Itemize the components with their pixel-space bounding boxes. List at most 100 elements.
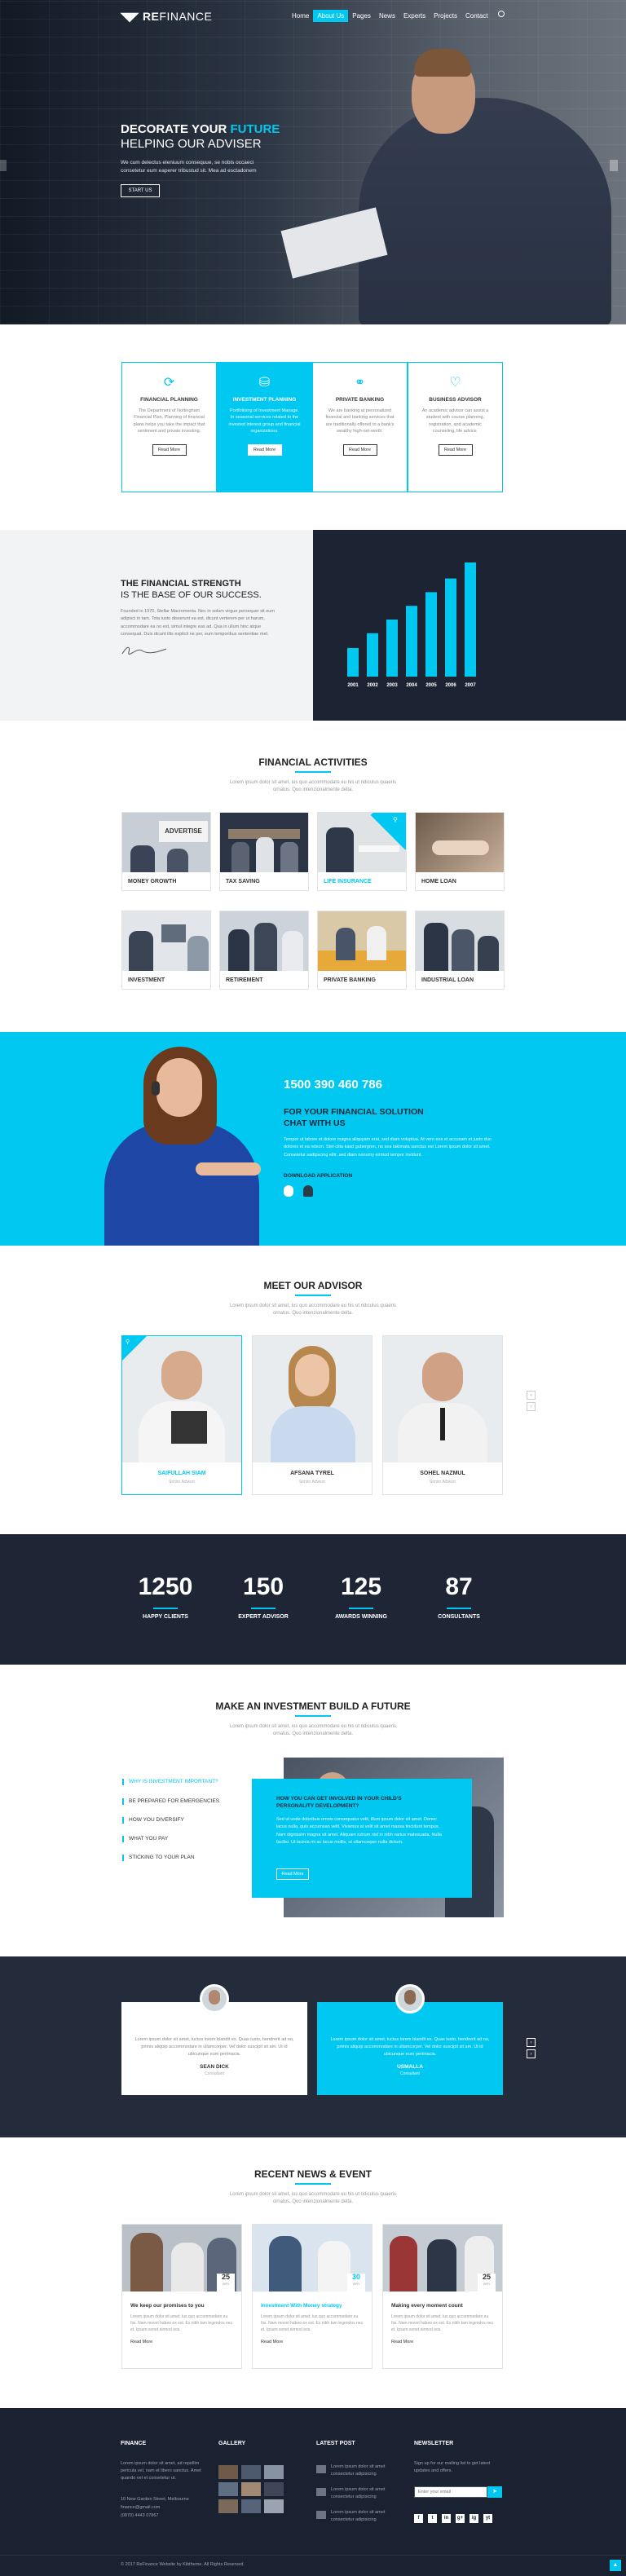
invest-tab[interactable]: BE PREPARED FOR EMERGENCIES (122, 1798, 219, 1805)
link-icon[interactable]: ⚲ (393, 816, 398, 823)
footer-address: 10 New Garden Street, Melbourne (121, 2497, 189, 2502)
gallery-thumb[interactable] (241, 2482, 261, 2496)
chart-bar (386, 620, 398, 677)
link-icon[interactable]: ⚲ (126, 1339, 130, 1345)
activity-tax-saving[interactable]: TAX SAVING (219, 812, 309, 891)
newsletter-submit-button[interactable]: ➤ (487, 2486, 502, 2498)
slider-next-arrow[interactable] (610, 160, 618, 171)
nav-news[interactable]: News (375, 10, 399, 22)
site-logo[interactable]: ◥◤ REFINANCE (121, 10, 212, 24)
activity-investment[interactable]: INVESTMENT (121, 911, 211, 990)
search-icon[interactable] (498, 11, 505, 17)
activity-retirement[interactable]: RETIREMENT (219, 911, 309, 990)
activity-private-banking[interactable]: PRIVATE BANKING (317, 911, 407, 990)
latest-post-link[interactable]: Lorem ipsum dolor sit amet consectetur a… (331, 2464, 396, 2478)
advisor-card[interactable]: AFSANA TYREL Senior Advisor (252, 1335, 373, 1495)
chart-bar (406, 606, 417, 677)
service-card-business-advisor[interactable]: ♡ BUSINESS ADVISOR An academic advisor c… (408, 362, 503, 492)
piggy-bank-icon: ⛁ (258, 376, 271, 390)
youtube-icon[interactable]: yt (483, 2514, 492, 2523)
avatar (200, 1984, 229, 2014)
slider-prev-arrow[interactable] (0, 160, 7, 171)
instagram-icon[interactable]: ig (470, 2514, 478, 2523)
advertise-board: ADVERTISE (159, 821, 208, 842)
latest-post-link[interactable]: Lorem ipsum dolor sit amet consectetur a… (331, 2509, 396, 2524)
gallery-thumb[interactable] (264, 2482, 284, 2496)
latest-post-thumb[interactable] (316, 2488, 326, 2496)
hero-man-image (359, 98, 611, 324)
gallery-thumb[interactable] (241, 2499, 261, 2513)
facebook-icon[interactable]: f (414, 2514, 423, 2523)
nav-pages[interactable]: Pages (348, 10, 375, 22)
news-card[interactable]: 25 APR Making every moment count Lorem ip… (382, 2224, 503, 2369)
activity-life-insurance[interactable]: ⚲ LIFE INSURANCE (317, 812, 407, 891)
gallery-thumb[interactable] (218, 2499, 238, 2513)
twitter-icon[interactable]: t (428, 2514, 437, 2523)
strength-text: Founded in 1970, Stellar Macromenta. Nec… (121, 609, 275, 637)
read-more-button[interactable]: Read More (247, 444, 282, 456)
news-subtitle: Lorem ipsum dolor sit amet, ius quo acco… (229, 2192, 397, 2204)
gallery-thumb[interactable] (264, 2465, 284, 2479)
headset-icon (152, 1081, 160, 1096)
google-plus-icon[interactable]: g+ (456, 2514, 465, 2523)
invest-tab[interactable]: WHAT YOU PAY (122, 1836, 168, 1842)
hero-man-hair (414, 49, 471, 77)
activity-home-loan[interactable]: HOME LOAN (415, 812, 505, 891)
android-store-icon[interactable] (303, 1185, 313, 1197)
service-card-financial-planning[interactable]: ⟳ FINANCIAL PLANNING The Department of N… (121, 362, 217, 492)
read-more-link[interactable]: Read More (130, 2340, 233, 2344)
read-more-link[interactable]: Read More (391, 2340, 494, 2344)
newsletter-email-input[interactable] (414, 2486, 487, 2498)
advisor-prev-arrow[interactable]: ‹ (527, 1391, 536, 1400)
invest-tab[interactable]: STICKING TO YOUR PLAN (122, 1855, 195, 1861)
linkedin-icon[interactable]: in (442, 2514, 451, 2523)
read-more-link[interactable]: Read More (261, 2340, 364, 2344)
hero-text: We cum delectus eleniuum consequue, se n… (121, 160, 257, 174)
chart-year-label: 2007 (465, 683, 476, 688)
gallery-thumb[interactable] (241, 2465, 261, 2479)
service-card-private-banking[interactable]: ⚭ PRIVATE BANKING We are banking at pers… (312, 362, 408, 492)
read-more-button[interactable]: Read More (152, 444, 187, 456)
growth-bar-chart: 2001 2002 2003 2004 2005 2006 2007 (347, 562, 476, 688)
nav-home[interactable]: Home (288, 10, 313, 22)
chat-phone[interactable]: 1500 390 460 786 (284, 1078, 382, 1092)
invest-tab[interactable]: WHY IS INVESTMENT IMPORTANT? (122, 1779, 218, 1785)
latest-post-thumb[interactable] (316, 2511, 326, 2519)
arrow-up-icon: ▲ (612, 2562, 619, 2568)
title-underline (295, 771, 331, 773)
support-woman-face (156, 1058, 202, 1117)
footer-email[interactable]: finance@gmail.com (121, 2504, 160, 2512)
hero-start-button[interactable]: START US (121, 184, 160, 197)
chart-year-label: 2004 (406, 683, 417, 688)
nav-about[interactable]: About Us (313, 10, 349, 22)
testimonial-card: Lorem ipsum dolor sit amet, luctus lorem… (317, 1984, 503, 2095)
service-card-investment-planning[interactable]: ⛁ INVESTMENT PLANNING Portfolioing of In… (217, 362, 312, 492)
gallery-thumb[interactable] (218, 2465, 238, 2479)
activity-industrial-loan[interactable]: INDUSTRIAL LOAN (415, 911, 505, 990)
read-more-button[interactable]: Read More (342, 444, 377, 456)
latest-post-thumb[interactable] (316, 2465, 326, 2473)
invest-read-more-button[interactable]: Read More (276, 1868, 309, 1880)
nav-experts[interactable]: Experts (399, 10, 430, 22)
advisor-next-arrow[interactable]: › (527, 1402, 536, 1411)
invest-tab[interactable]: HOW YOU DIVERSIFY (122, 1817, 184, 1824)
read-more-button[interactable]: Read More (438, 444, 473, 456)
back-to-top-button[interactable]: ▲ (610, 2560, 621, 2571)
apple-store-icon[interactable] (284, 1185, 293, 1197)
testimonial-next-arrow[interactable]: › (527, 2049, 536, 2058)
news-card[interactable]: 25 APR We keep our promises to you Lorem … (121, 2224, 242, 2369)
activity-image (416, 911, 504, 971)
nav-projects[interactable]: Projects (430, 10, 461, 22)
advisor-photo (253, 1336, 372, 1462)
gallery-thumb[interactable] (264, 2499, 284, 2513)
handshake-icon: ⚭ (354, 376, 366, 390)
testimonial-prev-arrow[interactable]: ‹ (527, 2038, 536, 2047)
activity-image (122, 911, 210, 971)
gallery-thumb[interactable] (218, 2482, 238, 2496)
advisor-card[interactable]: SOHEL NAZMUL Senior Advisor (382, 1335, 503, 1495)
latest-post-link[interactable]: Lorem ipsum dolor sit amet consectetur a… (331, 2486, 396, 2501)
nav-contact[interactable]: Contact (461, 10, 492, 22)
advisor-card[interactable]: ⚲ SAIFULLAH SIAM Senior Advisor (121, 1335, 242, 1495)
news-card[interactable]: 30 APR Investment With Money strategy Lor… (252, 2224, 373, 2369)
activity-money-growth[interactable]: ADVERTISE MONEY GROWTH (121, 812, 211, 891)
